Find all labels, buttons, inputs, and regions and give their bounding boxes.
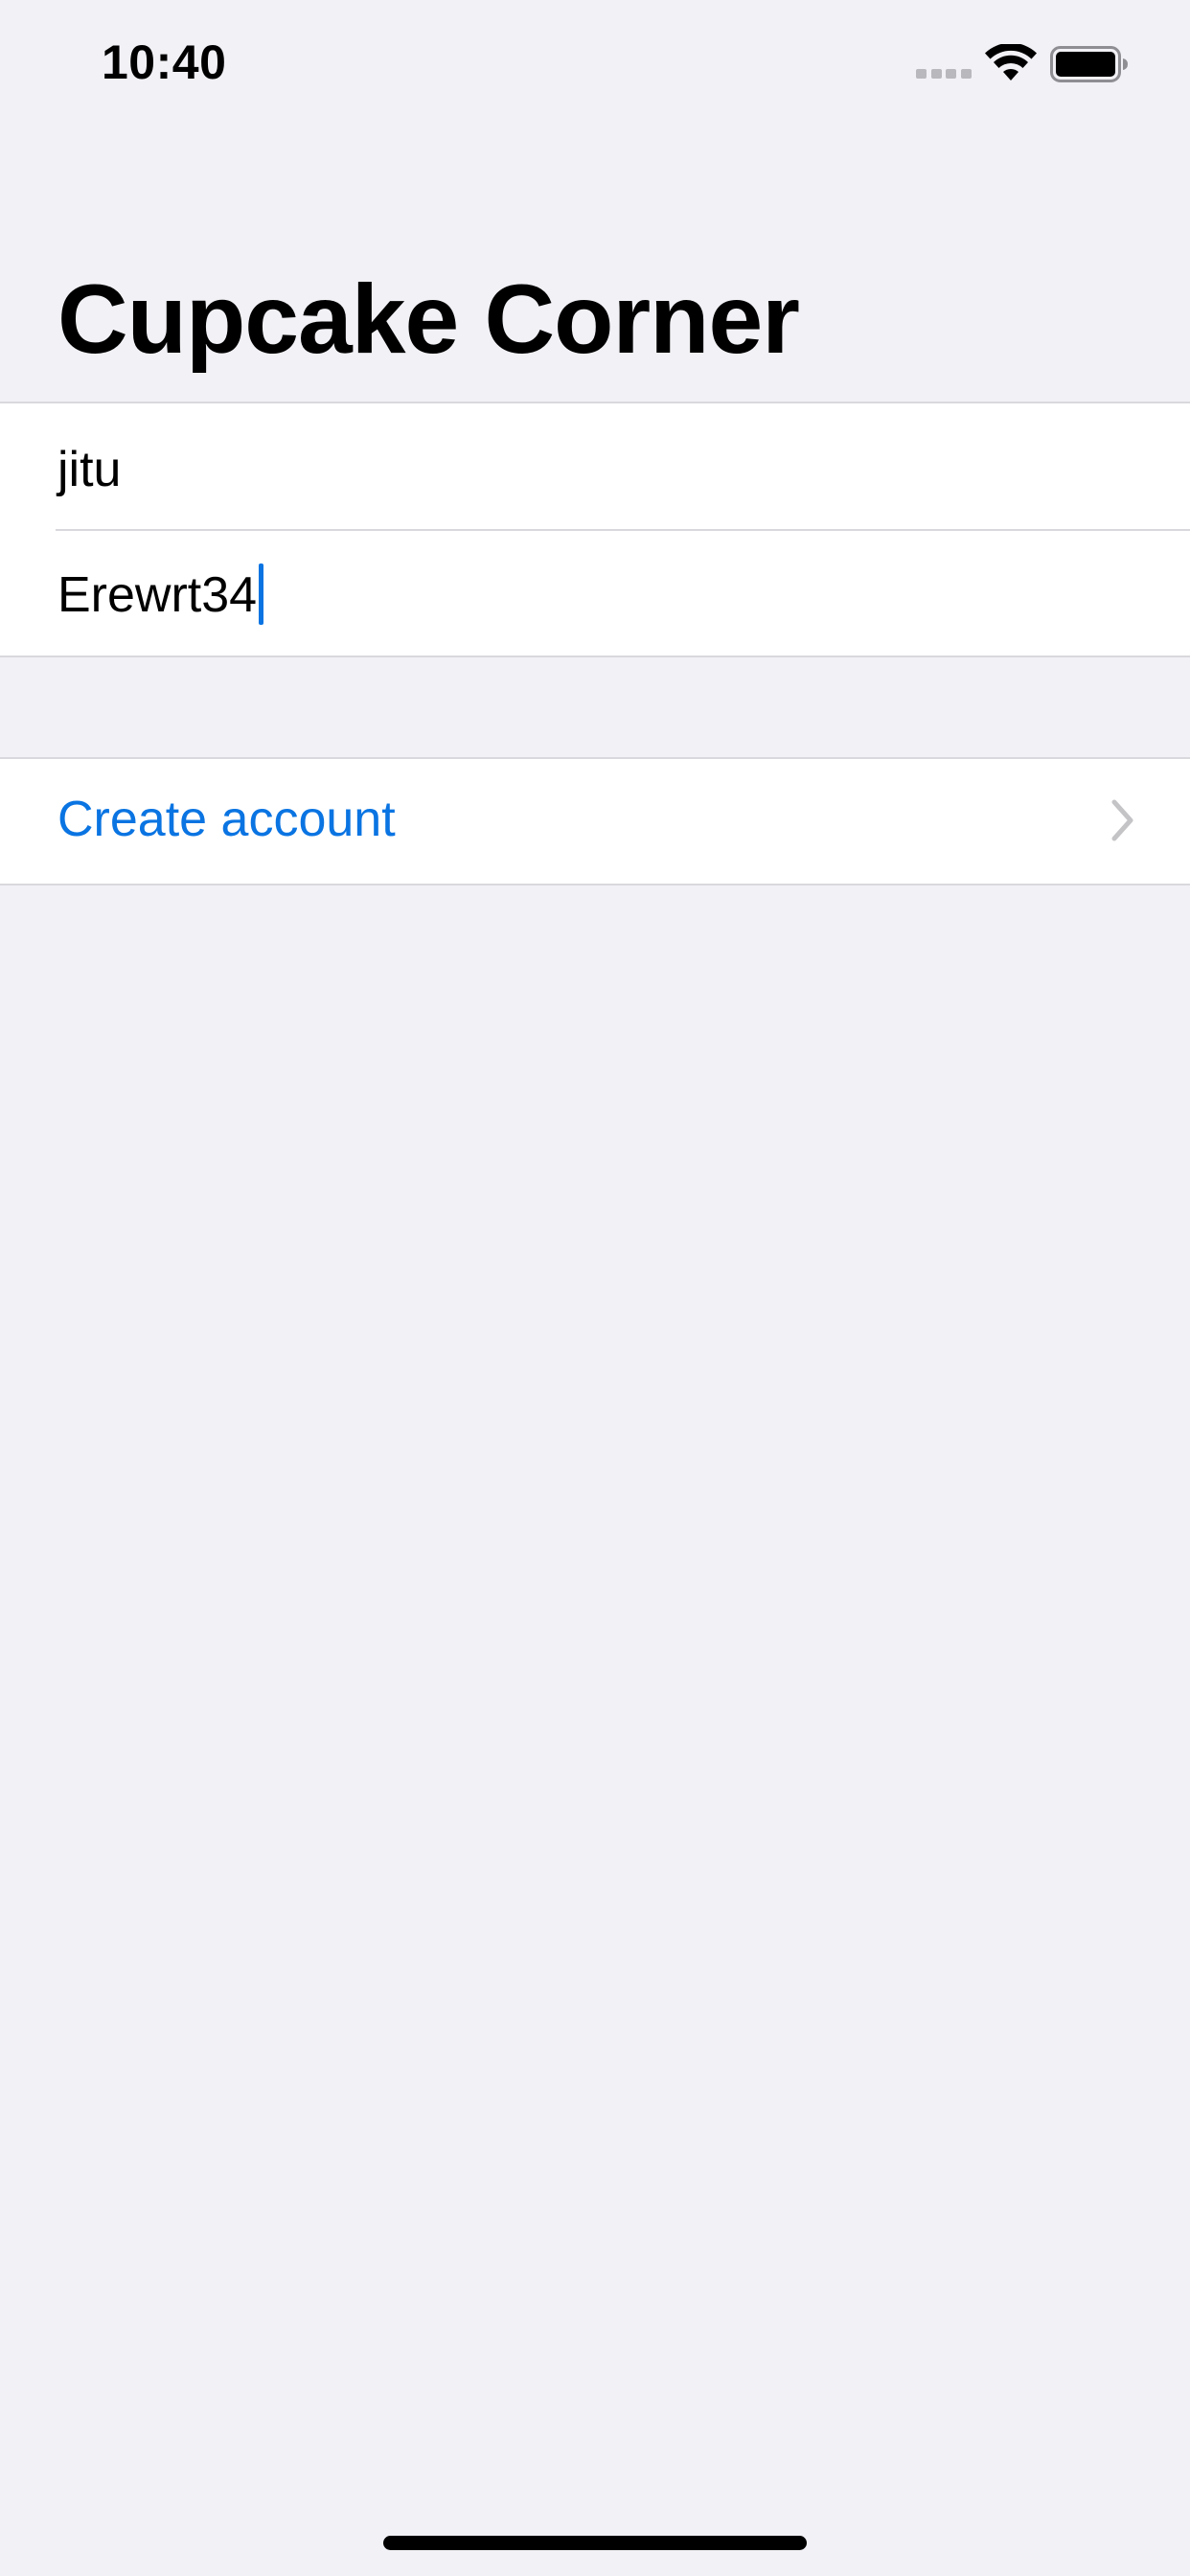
status-bar: 10:40 xyxy=(0,0,1190,134)
password-field[interactable]: Erewrt34 xyxy=(0,529,1190,655)
home-indicator[interactable] xyxy=(383,2536,807,2550)
battery-icon xyxy=(1050,46,1128,82)
chevron-right-icon xyxy=(1111,799,1133,841)
text-cursor xyxy=(259,564,263,625)
wifi-icon xyxy=(985,44,1037,80)
status-time: 10:40 xyxy=(102,35,227,89)
page-title: Cupcake Corner xyxy=(57,264,800,374)
actions-section: Create account xyxy=(0,757,1190,886)
create-account-button[interactable]: Create account xyxy=(0,759,1190,884)
username-input[interactable]: jitu xyxy=(57,440,121,499)
username-field[interactable]: jitu xyxy=(0,403,1190,529)
create-account-label: Create account xyxy=(57,792,396,847)
credentials-section: jitu Erewrt34 xyxy=(0,402,1190,657)
cellular-signal-icon xyxy=(916,69,972,79)
password-input[interactable]: Erewrt34 xyxy=(57,565,257,625)
